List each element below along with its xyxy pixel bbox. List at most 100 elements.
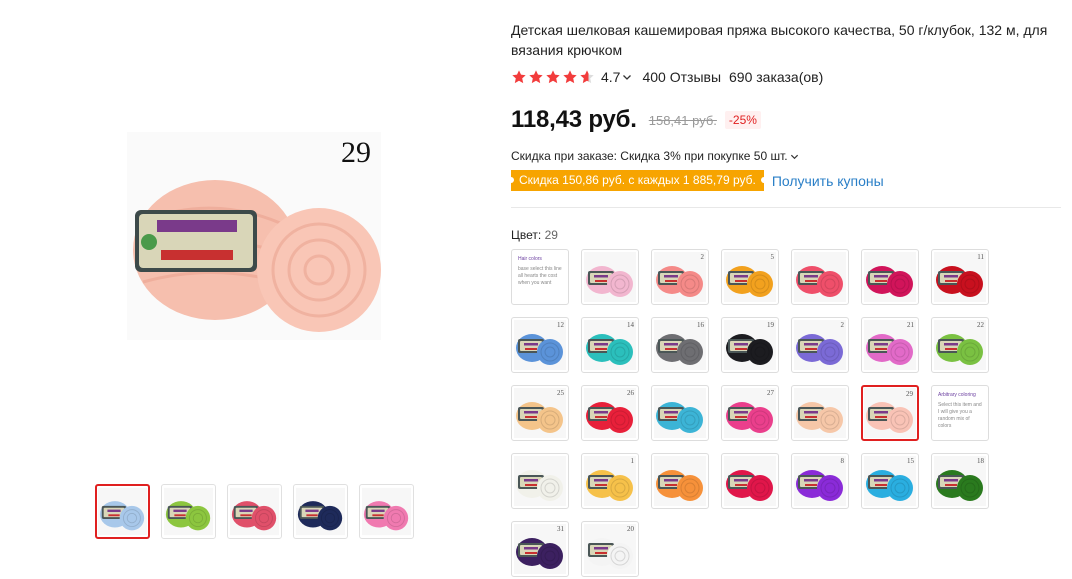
yarn-image <box>164 487 213 536</box>
color-swatch[interactable] <box>511 453 569 509</box>
color-label: Цвет: 29 <box>511 228 558 242</box>
yarn-image <box>864 252 916 302</box>
reviews-count[interactable]: 400 Отзывы <box>642 69 721 85</box>
swatch-number: 12 <box>557 321 564 329</box>
color-swatch[interactable]: 12 <box>511 317 569 373</box>
swatch-number: 14 <box>627 321 634 329</box>
swatch-number: 26 <box>627 389 634 397</box>
yarn-image <box>514 456 566 506</box>
color-swatch[interactable]: 25 <box>511 385 569 441</box>
yarn-image <box>654 252 706 302</box>
swatch-number: 16 <box>697 321 704 329</box>
color-swatch[interactable]: 1 <box>581 453 639 509</box>
color-swatch[interactable]: 11 <box>931 249 989 305</box>
thumbnail-navy-yarn[interactable] <box>293 484 348 539</box>
color-swatch[interactable] <box>791 249 849 305</box>
original-price: 158,41 руб. <box>648 112 717 128</box>
color-swatch[interactable]: 29 <box>861 385 919 441</box>
swatch-note-text: base select this line all hearts the cos… <box>518 266 562 286</box>
yarn-image <box>98 487 147 536</box>
orders-count: 690 заказа(ов) <box>729 69 824 85</box>
color-swatch[interactable]: 21 <box>861 317 919 373</box>
swatch-number: 18 <box>977 457 984 465</box>
yarn-image <box>584 252 636 302</box>
swatch-number: 29 <box>906 390 913 398</box>
swatch-number: 11 <box>977 253 984 261</box>
order-discount-info[interactable]: Скидка при заказе: Скидка 3% при покупке… <box>511 149 799 163</box>
coupon-row: Скидка 150,86 руб. с каждых 1 885,79 руб… <box>508 170 884 191</box>
color-swatch[interactable]: 18 <box>931 453 989 509</box>
yarn-image <box>794 252 846 302</box>
swatch-number: 31 <box>557 525 564 533</box>
swatch-number: 22 <box>977 321 984 329</box>
color-swatch[interactable]: 19 <box>721 317 779 373</box>
divider <box>511 207 1061 208</box>
color-swatch[interactable] <box>721 453 779 509</box>
color-swatch[interactable]: 20 <box>581 521 639 577</box>
main-product-image: 29 <box>127 132 381 340</box>
chevron-down-icon[interactable] <box>790 152 799 161</box>
product-title: Детская шелковая кашемировая пряжа высок… <box>511 22 1048 58</box>
discount-badge: -25% <box>724 111 761 129</box>
yarn-image <box>794 388 846 438</box>
thumbnail-green-yarn[interactable] <box>161 484 216 539</box>
color-swatch[interactable]: 2 <box>791 317 849 373</box>
thumbnail-blue-yarn[interactable] <box>95 484 150 539</box>
half-star-icon <box>580 70 594 84</box>
star-rating <box>511 69 595 85</box>
color-swatch[interactable] <box>861 249 919 305</box>
swatch-number: 27 <box>767 389 774 397</box>
color-swatch[interactable] <box>651 453 709 509</box>
yarn-image <box>724 252 776 302</box>
color-swatch[interactable]: 14 <box>581 317 639 373</box>
yarn-image <box>362 487 411 536</box>
swatch-number: 2 <box>700 253 705 261</box>
swatch-number: 8 <box>840 457 845 465</box>
yarn-image <box>654 456 706 506</box>
star-icon <box>529 70 543 84</box>
swatch-note-title: Hair colors <box>518 256 542 262</box>
get-coupons-link[interactable]: Получить купоны <box>772 173 884 189</box>
thumbnail-pink-yarn[interactable] <box>359 484 414 539</box>
color-swatch[interactable]: 16 <box>651 317 709 373</box>
swatch-number: 20 <box>627 525 634 533</box>
color-swatch[interactable]: 5 <box>721 249 779 305</box>
color-swatch[interactable]: 8 <box>791 453 849 509</box>
swatch-number: 15 <box>907 457 914 465</box>
yarn-image <box>724 456 776 506</box>
current-price: 118,43 руб. <box>511 106 637 133</box>
color-swatch[interactable]: 15 <box>861 453 919 509</box>
color-swatch-text-option[interactable]: Arbitrary coloring Select this item and I… <box>931 385 989 441</box>
rating-row: 4.7 400 Отзывы 690 заказа(ов) <box>511 67 823 87</box>
yarn-image <box>794 320 846 370</box>
yarn-image <box>654 388 706 438</box>
color-swatch[interactable] <box>791 385 849 441</box>
color-swatch[interactable]: 22 <box>931 317 989 373</box>
star-icon <box>546 70 560 84</box>
color-swatch-text-option[interactable]: Hair colors base select this line all hea… <box>511 249 569 305</box>
coupon-badge: Скидка 150,86 руб. с каждых 1 885,79 руб… <box>508 170 767 191</box>
thumbnail-strip <box>95 484 414 539</box>
thumbnail-pink-red-yarn[interactable] <box>227 484 282 539</box>
yarn-image <box>230 487 279 536</box>
color-swatch[interactable]: 27 <box>721 385 779 441</box>
chevron-down-icon[interactable] <box>622 72 632 82</box>
color-label-text: Цвет: <box>511 228 542 242</box>
yarn-image <box>584 456 636 506</box>
rating-value[interactable]: 4.7 <box>601 69 620 85</box>
swatch-number: 25 <box>557 389 564 397</box>
color-swatch[interactable]: 2 <box>651 249 709 305</box>
swatch-note-text: Select this item and I will give you a r… <box>938 402 982 429</box>
yarn-image <box>794 456 846 506</box>
yarn-image <box>296 487 345 536</box>
swatch-number: 19 <box>767 321 774 329</box>
swatch-number: 5 <box>770 253 775 261</box>
swatch-number: 2 <box>840 321 845 329</box>
color-swatch[interactable]: 31 <box>511 521 569 577</box>
swatch-note-title: Arbitrary coloring <box>938 392 976 398</box>
order-discount-text: Скидка при заказе: Скидка 3% при покупке… <box>511 149 788 163</box>
color-swatch-grid: Hair colors base select this line all hea… <box>511 249 1001 577</box>
color-swatch[interactable] <box>581 249 639 305</box>
color-swatch[interactable] <box>651 385 709 441</box>
color-swatch[interactable]: 26 <box>581 385 639 441</box>
